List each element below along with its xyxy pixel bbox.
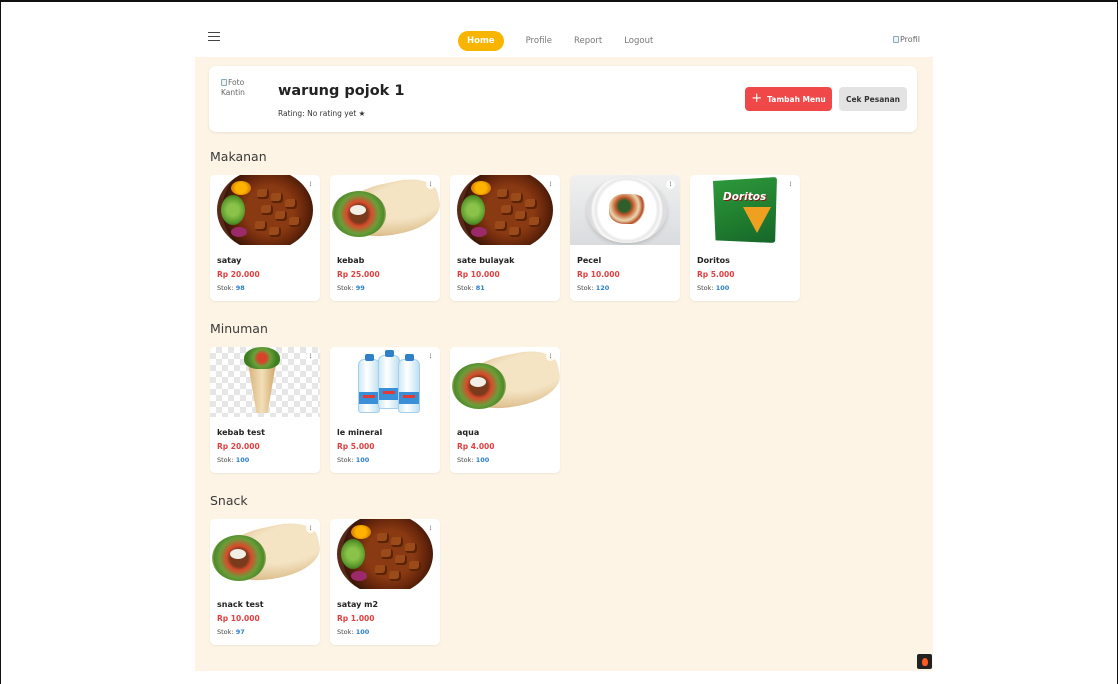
more-options-icon[interactable]: ⋮ — [426, 352, 435, 361]
menu-item-image — [330, 347, 440, 417]
menu-item-stock: Stok: 100 — [337, 628, 370, 636]
more-options-icon[interactable]: ⋮ — [786, 180, 795, 189]
menu-card[interactable]: ⋮ snack test Rp 10.000 Stok: 97 — [210, 519, 320, 645]
menu-item-price: Rp 10.000 — [457, 270, 500, 279]
menu-grid-minuman: ⋮ kebab test Rp 20.000 Stok: 100 ⋮ le mi… — [210, 347, 560, 473]
menu-item-stock: Stok: 97 — [217, 628, 245, 636]
menu-card[interactable]: ⋮ kebab Rp 25.000 Stok: 99 — [330, 175, 440, 301]
check-orders-button[interactable]: Cek Pesanan — [839, 87, 907, 111]
menu-item-name: le mineral — [337, 428, 383, 437]
hamburger-menu-icon[interactable] — [208, 32, 220, 42]
nav-logout[interactable]: Logout — [624, 31, 653, 51]
shop-rating: Rating: No rating yet ★ — [278, 109, 366, 118]
more-options-icon[interactable]: ⋮ — [426, 180, 435, 189]
menu-item-image — [210, 175, 320, 245]
menu-grid-snack: ⋮ snack test Rp 10.000 Stok: 97 ⋮ satay … — [210, 519, 440, 645]
menu-item-name: kebab test — [217, 428, 266, 437]
menu-item-price: Rp 25.000 — [337, 270, 380, 279]
menu-card[interactable]: Doritos ⋮ Doritos Rp 5.000 Stok: 100 — [690, 175, 800, 301]
section-title-makanan: Makanan — [210, 149, 267, 164]
menu-item-image: Doritos — [690, 175, 800, 245]
menu-item-image — [330, 519, 440, 589]
menu-card[interactable]: ⋮ aqua Rp 4.000 Stok: 100 — [450, 347, 560, 473]
broken-image-icon — [221, 79, 227, 86]
nav-report[interactable]: Report — [574, 31, 602, 51]
menu-card[interactable]: ⋮ kebab test Rp 20.000 Stok: 100 — [210, 347, 320, 473]
menu-item-price: Rp 5.000 — [337, 442, 375, 451]
menu-item-price: Rp 1.000 — [337, 614, 375, 623]
menu-item-name: sate bulayak — [457, 256, 515, 265]
more-options-icon[interactable]: ⋮ — [546, 180, 555, 189]
menu-item-stock: Stok: 120 — [577, 284, 610, 292]
menu-item-price: Rp 20.000 — [217, 442, 260, 451]
nav-profile[interactable]: Profile — [526, 31, 552, 51]
more-options-icon[interactable]: ⋮ — [666, 180, 675, 189]
menu-item-image — [450, 347, 560, 417]
menu-item-stock: Stok: 100 — [337, 456, 370, 464]
profile-alt-text: Profil — [900, 35, 920, 44]
menu-item-stock: Stok: 98 — [217, 284, 245, 292]
shop-photo: Foto Kantin — [221, 78, 257, 98]
menu-card[interactable]: ⋮ satay Rp 20.000 Stok: 98 — [210, 175, 320, 301]
menu-item-price: Rp 10.000 — [577, 270, 620, 279]
menu-item-name: snack test — [217, 600, 264, 609]
menu-card[interactable]: ⋮ satay m2 Rp 1.000 Stok: 100 — [330, 519, 440, 645]
menu-card[interactable]: ⋮ le mineral Rp 5.000 Stok: 100 — [330, 347, 440, 473]
menu-item-name: Pecel — [577, 256, 602, 265]
menu-item-name: kebab — [337, 256, 365, 265]
menu-item-image — [450, 175, 560, 245]
shop-name: warung pojok 1 — [278, 83, 405, 99]
menu-card[interactable]: ⋮ sate bulayak Rp 10.000 Stok: 81 — [450, 175, 560, 301]
menu-item-name: satay m2 — [337, 600, 379, 609]
profile-avatar[interactable]: Profil — [893, 35, 920, 44]
menu-item-stock: Stok: 100 — [217, 456, 250, 464]
more-options-icon[interactable]: ⋮ — [306, 180, 315, 189]
section-title-minuman: Minuman — [210, 321, 268, 336]
menu-item-name: satay — [217, 256, 242, 265]
menu-item-image — [330, 175, 440, 245]
broken-image-icon — [893, 36, 899, 43]
doritos-logo: Doritos — [723, 191, 767, 203]
more-options-icon[interactable]: ⋮ — [306, 352, 315, 361]
menu-item-name: aqua — [457, 428, 480, 437]
menu-item-price: Rp 4.000 — [457, 442, 495, 451]
menu-item-stock: Stok: 100 — [457, 456, 490, 464]
menu-item-stock: Stok: 81 — [457, 284, 485, 292]
menu-item-image — [210, 519, 320, 589]
main-content: Foto Kantin warung pojok 1 Rating: No ra… — [195, 57, 933, 671]
menu-item-price: Rp 5.000 — [697, 270, 735, 279]
more-options-icon[interactable]: ⋮ — [546, 352, 555, 361]
menu-item-price: Rp 10.000 — [217, 614, 260, 623]
menu-item-name: Doritos — [697, 256, 730, 265]
nav-home[interactable]: Home — [458, 31, 504, 51]
menu-item-stock: Stok: 100 — [697, 284, 730, 292]
more-options-icon[interactable]: ⋮ — [306, 524, 315, 533]
shop-header-card: Foto Kantin warung pojok 1 Rating: No ra… — [209, 66, 917, 132]
top-nav: Home Profile Report Logout — [458, 31, 653, 51]
plus-icon: + — [751, 90, 763, 106]
menu-item-image — [210, 347, 320, 417]
menu-grid-makanan: ⋮ satay Rp 20.000 Stok: 98 ⋮ kebab Rp 25… — [210, 175, 800, 301]
menu-item-price: Rp 20.000 — [217, 270, 260, 279]
menu-item-stock: Stok: 99 — [337, 284, 365, 292]
more-options-icon[interactable]: ⋮ — [426, 524, 435, 533]
flame-icon[interactable] — [917, 654, 932, 669]
section-title-snack: Snack — [210, 493, 248, 508]
menu-item-image — [570, 175, 680, 245]
menu-card[interactable]: ⋮ Pecel Rp 10.000 Stok: 120 — [570, 175, 680, 301]
add-menu-button[interactable]: + Tambah Menu — [745, 87, 832, 111]
add-menu-label: Tambah Menu — [767, 94, 826, 104]
